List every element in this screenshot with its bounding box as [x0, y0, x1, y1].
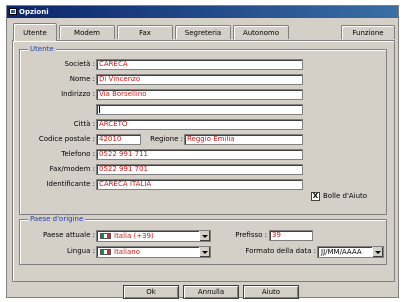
annulla-button[interactable]: Annulla	[183, 285, 239, 299]
telefono-field[interactable]: 0522 991 711	[96, 149, 303, 160]
options-window: Opzioni Utente Modem Fax Segreteria Auto…	[6, 5, 399, 299]
group-paese-title: Paese d'origine	[28, 215, 86, 224]
indirizzo-label: Indirizzo :	[61, 90, 95, 98]
group-utente: Utente Società : CARECA Nome : Di Vincen…	[19, 45, 387, 215]
indirizzo-field-2[interactable]	[96, 104, 303, 115]
societa-field[interactable]: CARECA	[96, 59, 303, 70]
nome-field[interactable]: Di Vincenzo	[96, 74, 303, 85]
societa-label: Società :	[64, 60, 95, 68]
lingua-value: Italiano	[114, 248, 140, 256]
tab-funzione[interactable]: Funzione	[341, 25, 395, 39]
ok-button[interactable]: Ok	[123, 285, 179, 299]
fax-modem-label: Fax/modem :	[49, 165, 95, 173]
tab-utente[interactable]: Utente	[13, 23, 57, 41]
lingua-label: Lingua :	[66, 247, 95, 255]
citta-label: Città :	[73, 120, 95, 128]
fax-modem-field[interactable]: 0522 991 701	[96, 164, 303, 175]
flag-red	[107, 250, 110, 254]
prefisso-field[interactable]: 39	[269, 230, 313, 241]
bolle-aiuto-label: Bolle d'Aiuto	[323, 192, 368, 200]
title-bar[interactable]: Opzioni	[7, 6, 398, 18]
formato-data-value: JJ/MM/AAAA	[321, 248, 362, 256]
indirizzo-field[interactable]: Via Borsellino	[96, 89, 303, 100]
tab-modem[interactable]: Modem	[59, 25, 115, 39]
nome-label: Nome :	[69, 75, 95, 83]
codice-postale-label: Codice postale :	[38, 135, 95, 143]
paese-attuale-label: Paese attuale :	[42, 231, 95, 239]
italy-flag-icon	[100, 233, 111, 239]
aiuto-button[interactable]: Aiuto	[243, 285, 299, 299]
paese-attuale-value: Italia (+39)	[114, 232, 154, 240]
chevron-down-icon[interactable]	[372, 247, 383, 257]
regione-label: Regione :	[150, 135, 183, 143]
group-paese-origine: Paese d'origine Paese attuale : Italia (…	[19, 215, 387, 265]
chevron-down-icon[interactable]	[199, 247, 210, 257]
tab-segreteria[interactable]: Segreteria	[175, 25, 231, 39]
italy-flag-icon	[100, 249, 111, 255]
citta-field[interactable]: ARCETO	[96, 119, 303, 130]
group-utente-title: Utente	[28, 45, 56, 54]
app-icon	[9, 8, 17, 15]
tab-panel-utente: Utente Società : CARECA Nome : Di Vincen…	[12, 40, 395, 282]
telefono-label: Telefono :	[61, 150, 95, 158]
identificante-field[interactable]: CARECA ITALIA	[96, 179, 303, 190]
tab-autonomo[interactable]: Autonomo	[233, 25, 289, 39]
flag-red	[107, 234, 110, 238]
prefisso-label: Prefisso :	[235, 231, 267, 239]
bolle-aiuto-checkbox[interactable]: X	[311, 192, 320, 201]
tab-fax[interactable]: Fax	[117, 25, 173, 39]
identificante-label: Identificante :	[46, 180, 95, 188]
formato-data-label: Formato della data :	[245, 247, 316, 255]
formato-data-select[interactable]: JJ/MM/AAAA	[317, 246, 384, 258]
lingua-select[interactable]: Italiano	[96, 246, 211, 258]
tab-bar: Utente Modem Fax Segreteria Autonomo Fun…	[11, 23, 397, 41]
window-title: Opzioni	[19, 8, 49, 16]
regione-field[interactable]: Reggio Emilia	[184, 134, 303, 145]
